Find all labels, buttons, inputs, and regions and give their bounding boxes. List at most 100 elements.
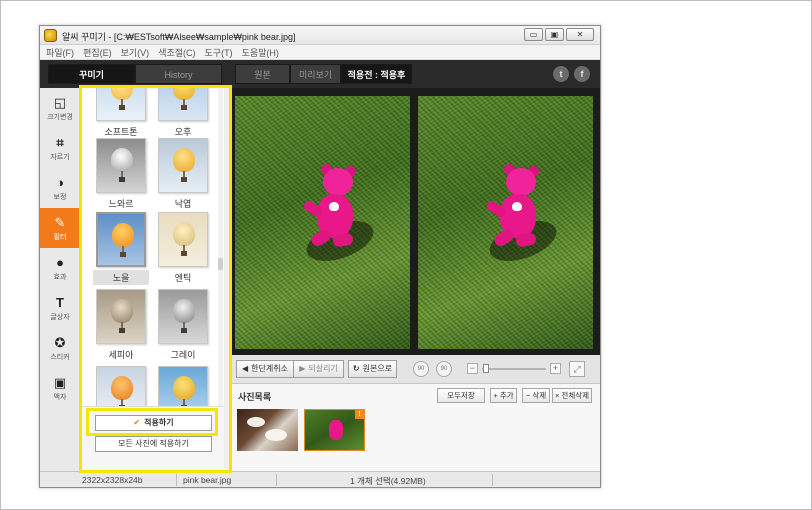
top-toolbar: 꾸미기 History 원본 미리보기 적용전 : 적용후 t f [40,60,600,88]
filter-item-gray[interactable]: 그레이 [155,289,211,362]
sidebar-item-resize[interactable]: ◱ 크기변경 [40,88,80,128]
menu-color[interactable]: 색조절(C) [158,46,195,59]
sidebar-item-frame[interactable]: ▣ 액자 [40,368,80,408]
tab-preview[interactable]: 미리보기 [290,64,341,84]
filter-thumbnail [158,212,208,267]
photo-list: 사진목록 모두저장 + 추가 − 삭제 × 전체삭제 ! [231,384,600,471]
status-dimensions: 2322x2328x24b [82,475,143,485]
photo-thumbnail-coffee[interactable] [237,409,298,451]
filter-label: 소프트톤 [104,127,138,137]
redo-arrow-icon: ▶ [299,364,306,373]
menu-tools[interactable]: 도구(T) [205,46,233,59]
zoom-slider-handle[interactable] [483,364,489,373]
filter-thumbnail [96,289,146,344]
filter-scrollbar[interactable] [218,88,223,406]
filter-item-softtone[interactable]: 소프트톤 [93,88,149,139]
redo-label: 되살리기 [308,364,338,373]
zoom-out-button[interactable]: − [467,363,478,374]
filter-label: 세피아 [108,350,134,360]
menu-view[interactable]: 보기(V) [121,46,150,59]
sidebar-item-crop[interactable]: ⌗ 자르기 [40,128,80,168]
delete-all-button[interactable]: × 전체삭제 [552,388,592,403]
undo-label: 한단계취소 [251,364,288,373]
sidebar-item-label: 자르기 [50,153,70,161]
twitter-icon[interactable]: t [553,66,569,82]
zoom-slider[interactable] [482,368,546,370]
menu-file[interactable]: 파일(F) [46,46,74,59]
sidebar-item-label: 효과 [53,273,67,281]
filter-thumbnail [96,366,146,406]
frame-icon: ▣ [53,374,67,390]
filter-thumbnail [96,88,146,121]
apply-all-button[interactable]: 모든 사진에 적용하기 [95,436,212,452]
filter-label: 노을 [93,270,149,285]
minimize-button[interactable]: ▭ [524,28,543,41]
tab-before-after[interactable]: 적용전 : 적용후 [341,64,412,84]
zoom-in-button[interactable]: + [550,363,561,374]
redo-button[interactable]: ▶ 되살리기 [293,360,344,378]
sidebar-item-adjust[interactable]: ◑ 보정 [40,168,80,208]
sidebar-item-label: 크기변경 [47,113,73,121]
sticker-icon: ✪ [54,334,66,350]
text-icon: T [56,294,64,310]
edit-toolbar: ◀ 한단계취소 ▶ 되살리기 ↻ 원본으로 90 90 − + ⤢ [231,355,600,384]
add-photo-button[interactable]: + 추가 [490,388,517,403]
sidebar-item-textbox[interactable]: T 글상자 [40,288,80,328]
filter-thumbnail [96,212,146,267]
filter-thumbnail [96,138,146,193]
filter-wand-icon: ✎ [54,214,66,230]
facebook-icon[interactable]: f [574,66,590,82]
image-viewer [231,88,600,355]
close-button[interactable]: ✕ [566,28,594,41]
filter-item-sunset[interactable]: 노을 [93,212,149,285]
status-selection: 1 개체 선택(4.92MB) [350,476,426,486]
sidebar-item-label: 보정 [53,193,67,201]
filter-item-afternoon[interactable]: 오후 [155,88,211,139]
photo-thumbnail-pink-bear[interactable]: ! [304,409,365,451]
fit-screen-icon[interactable]: ⤢ [569,361,585,377]
delete-photo-button[interactable]: − 삭제 [522,388,550,403]
photo-list-title: 사진목록 [238,392,272,402]
tab-original[interactable]: 원본 [235,64,290,84]
rotate-right-icon[interactable]: 90 [436,361,452,377]
sidebar-item-label: 액자 [53,393,67,401]
rotate-left-icon[interactable]: 90 [413,361,429,377]
filter-thumbnail [158,366,208,406]
undo-arrow-icon: ◀ [242,364,249,373]
sidebar-item-sticker[interactable]: ✪ 스티커 [40,328,80,368]
tab-decorate[interactable]: 꾸미기 [48,64,135,84]
filter-thumbnail [158,138,208,193]
filter-label: 오후 [174,127,192,137]
filter-item-extra-2[interactable] [155,366,211,406]
filter-item-sepia[interactable]: 세피아 [93,289,149,362]
filter-item-extra-1[interactable] [93,366,149,406]
menu-edit[interactable]: 편집(E) [83,46,112,59]
restore-original-label: 원본으로 [362,364,393,373]
filter-label: 그레이 [170,350,196,360]
after-photo [418,96,593,349]
restore-original-button[interactable]: ↻ 원본으로 [348,360,397,378]
save-all-button[interactable]: 모두저장 [437,388,485,403]
menu-help[interactable]: 도움말(H) [242,46,279,59]
filter-label: 느와르 [108,199,134,209]
tab-history[interactable]: History [135,64,222,84]
apply-area: ✔ 적용하기 모든 사진에 적용하기 [81,406,224,471]
undo-button[interactable]: ◀ 한단계취소 [236,360,294,378]
filter-label: 낙엽 [174,199,192,209]
app-logo-icon [44,29,57,42]
status-bar: 2322x2328x24b pink bear.jpg 1 개체 선택(4.92… [40,471,600,487]
filter-item-antique[interactable]: 엔틱 [155,212,211,285]
adjust-icon: ◑ [56,174,64,190]
maximize-button[interactable]: ▣ [545,28,564,41]
tool-sidebar: ◱ 크기변경 ⌗ 자르기 ◑ 보정 ✎ 필터 ● 효과 T 글상자 ✪ 스티커 … [40,88,81,471]
apply-button[interactable]: ✔ 적용하기 [95,415,212,431]
filter-item-fallen-leaves[interactable]: 낙엽 [155,138,211,211]
modified-badge: ! [355,410,364,419]
sidebar-item-effect[interactable]: ● 효과 [40,248,80,288]
filter-panel: 소프트톤 오후 느와르 낙엽 노을 엔틱 세피아 그레이 ✔ 적용하기 모든 사… [81,88,224,471]
sidebar-item-label: 필터 [53,233,67,241]
drop-icon: ● [56,254,64,270]
menu-bar: 파일(F) 편집(E) 보기(V) 색조절(C) 도구(T) 도움말(H) [40,45,600,60]
filter-item-noir[interactable]: 느와르 [93,138,149,211]
sidebar-item-filter[interactable]: ✎ 필터 [40,208,80,248]
